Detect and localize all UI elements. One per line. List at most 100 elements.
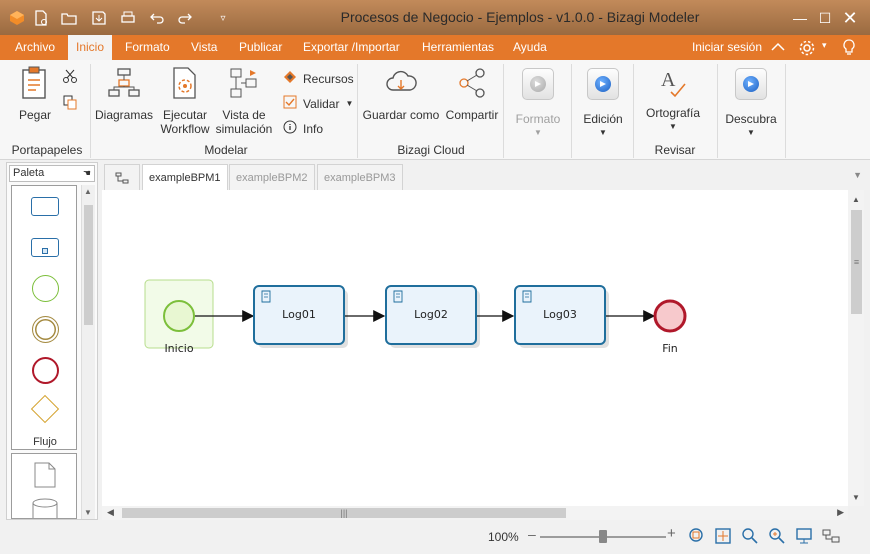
flow-section-label: Flujo bbox=[33, 436, 57, 448]
data-store-icon[interactable] bbox=[32, 498, 58, 518]
scroll-left-icon[interactable]: ◀ bbox=[107, 507, 114, 518]
canvas-vertical-scrollbar[interactable]: ▲ ≡ ▼ bbox=[848, 190, 864, 506]
settings-gear-icon[interactable] bbox=[798, 39, 816, 60]
run-workflow-label-2: Workflow bbox=[160, 122, 210, 136]
simulation-view-button[interactable]: Vista de simulación bbox=[214, 66, 274, 136]
customize-toolbar-icon[interactable]: ▿ bbox=[214, 9, 232, 27]
palette-scrollbar[interactable]: ▲ ▼ bbox=[81, 185, 95, 519]
ribbon-separator bbox=[785, 64, 786, 158]
fit-width-icon[interactable] bbox=[714, 527, 732, 545]
task-label: Log01 bbox=[282, 308, 316, 321]
collapse-ribbon-icon[interactable] bbox=[770, 39, 786, 58]
task-log03: Log03 bbox=[514, 285, 609, 348]
save-as-button[interactable]: Guardar como bbox=[362, 66, 440, 122]
title-bar: ▿ Procesos de Negocio - Ejemplos - v1.0.… bbox=[0, 0, 870, 35]
print-icon[interactable] bbox=[119, 9, 137, 27]
edit-button[interactable]: Edición ▼ bbox=[578, 68, 628, 140]
zoom-out-icon[interactable]: – bbox=[528, 526, 536, 542]
share-button[interactable]: Compartir bbox=[444, 66, 500, 122]
end-event-icon[interactable] bbox=[32, 357, 59, 384]
ribbon: Pegar Portapapeles Diagramas Ejecutar Wo… bbox=[0, 60, 870, 160]
tab-inicio[interactable]: Inicio bbox=[68, 35, 113, 60]
tab-examplebpm1[interactable]: exampleBPM1 bbox=[142, 164, 228, 190]
tab-examplebpm2[interactable]: exampleBPM2 bbox=[229, 164, 315, 190]
paste-button[interactable]: Pegar bbox=[12, 66, 58, 122]
presentation-icon[interactable] bbox=[795, 527, 813, 545]
validate-button[interactable]: Validar ▼ bbox=[283, 95, 353, 112]
info-button[interactable]: Info bbox=[283, 120, 323, 137]
horizontal-scroll-thumb[interactable]: ||| bbox=[122, 508, 566, 518]
resources-button[interactable]: Recursos bbox=[283, 70, 354, 87]
spelling-button[interactable]: A Ortografía ▼ bbox=[640, 66, 706, 134]
ribbon-separator bbox=[571, 64, 572, 158]
palette-panel: Paleta ☚ Flujo ▲ ▼ bbox=[6, 162, 98, 520]
scroll-up-icon[interactable]: ▲ bbox=[852, 195, 860, 204]
task-shape-icon[interactable] bbox=[31, 197, 59, 216]
tab-examplebpm3[interactable]: exampleBPM3 bbox=[317, 164, 403, 190]
ribbon-separator bbox=[357, 64, 358, 158]
bizagi-logo-icon[interactable] bbox=[8, 9, 26, 27]
canvas-horizontal-scrollbar[interactable]: ◀ ||| ▶ bbox=[102, 506, 848, 520]
spell-check-icon: A bbox=[657, 66, 689, 100]
minimize-icon[interactable]: — bbox=[790, 8, 810, 28]
run-workflow-icon bbox=[170, 66, 200, 100]
lightbulb-icon[interactable] bbox=[842, 39, 856, 60]
task-label: Log02 bbox=[414, 308, 448, 321]
settings-dropdown-icon[interactable]: ▾ bbox=[822, 40, 827, 51]
tab-ayuda[interactable]: Ayuda bbox=[507, 35, 553, 60]
scroll-up-icon[interactable]: ▲ bbox=[84, 187, 92, 196]
zoom-magnifier-icon[interactable] bbox=[741, 527, 759, 545]
undo-icon[interactable] bbox=[148, 9, 166, 27]
end-event-label: Fin bbox=[662, 342, 678, 355]
redo-icon[interactable] bbox=[176, 9, 194, 27]
cut-icon[interactable] bbox=[62, 68, 78, 87]
tab-formato[interactable]: Formato bbox=[119, 35, 176, 60]
close-icon[interactable]: ✕ bbox=[840, 8, 860, 28]
fit-to-page-icon[interactable] bbox=[688, 527, 706, 545]
palette-scroll-thumb[interactable] bbox=[84, 205, 93, 325]
tab-vista[interactable]: Vista bbox=[185, 35, 223, 60]
tab-publicar[interactable]: Publicar bbox=[233, 35, 288, 60]
pin-icon[interactable]: ☚ bbox=[83, 166, 91, 181]
zoom-slider-thumb[interactable] bbox=[599, 530, 607, 543]
scroll-down-icon[interactable]: ▼ bbox=[84, 508, 92, 517]
scroll-down-icon[interactable]: ▼ bbox=[852, 493, 860, 502]
intermediate-event-icon[interactable] bbox=[32, 316, 59, 343]
discover-button[interactable]: Descubra ▼ bbox=[724, 68, 778, 140]
start-event-icon[interactable] bbox=[32, 275, 59, 302]
ribbon-separator bbox=[717, 64, 718, 158]
run-workflow-button[interactable]: Ejecutar Workflow bbox=[158, 66, 212, 136]
paste-label: Pegar bbox=[18, 108, 52, 122]
validate-dropdown-icon: ▼ bbox=[345, 99, 354, 108]
data-object-icon[interactable] bbox=[34, 462, 56, 491]
diagrams-button[interactable]: Diagramas bbox=[94, 66, 154, 122]
discover-dropdown-icon: ▼ bbox=[747, 128, 755, 137]
diagram-canvas[interactable]: Inicio Log01 Log02 Log03 Fin bbox=[102, 190, 848, 506]
window-title: Procesos de Negocio - Ejemplos - v1.0.0 … bbox=[340, 9, 700, 25]
zoom-in-icon[interactable]: + bbox=[667, 525, 676, 542]
diagram-overview-icon[interactable] bbox=[104, 164, 140, 190]
tab-exportar-importar[interactable]: Exportar /Importar bbox=[297, 35, 406, 60]
new-file-icon[interactable] bbox=[32, 9, 50, 27]
ribbon-separator bbox=[90, 64, 91, 158]
zoom-selection-icon[interactable] bbox=[768, 527, 786, 545]
open-folder-icon[interactable] bbox=[60, 9, 78, 27]
copy-icon[interactable] bbox=[62, 94, 78, 113]
login-link[interactable]: Iniciar sesión bbox=[692, 35, 762, 60]
tab-archivo[interactable]: Archivo bbox=[9, 35, 61, 60]
maximize-icon[interactable]: ☐ bbox=[815, 8, 835, 28]
save-icon[interactable] bbox=[90, 9, 108, 27]
format-label: Formato bbox=[515, 112, 561, 126]
gateway-icon[interactable] bbox=[30, 394, 60, 424]
vertical-scroll-thumb[interactable]: ≡ bbox=[851, 210, 862, 314]
task-log01: Log01 bbox=[253, 285, 348, 348]
overview-map-icon[interactable] bbox=[822, 527, 840, 545]
scroll-right-icon[interactable]: ▶ bbox=[837, 507, 844, 518]
subprocess-shape-icon[interactable] bbox=[31, 238, 59, 257]
tab-herramientas[interactable]: Herramientas bbox=[416, 35, 500, 60]
tabs-dropdown-icon[interactable]: ▼ bbox=[853, 170, 862, 180]
palette-title-text: Paleta bbox=[13, 167, 45, 179]
process-diagram: Inicio Log01 Log02 Log03 Fin bbox=[144, 279, 687, 355]
palette-artifact-shapes bbox=[11, 453, 77, 519]
save-as-label: Guardar como bbox=[362, 108, 440, 122]
